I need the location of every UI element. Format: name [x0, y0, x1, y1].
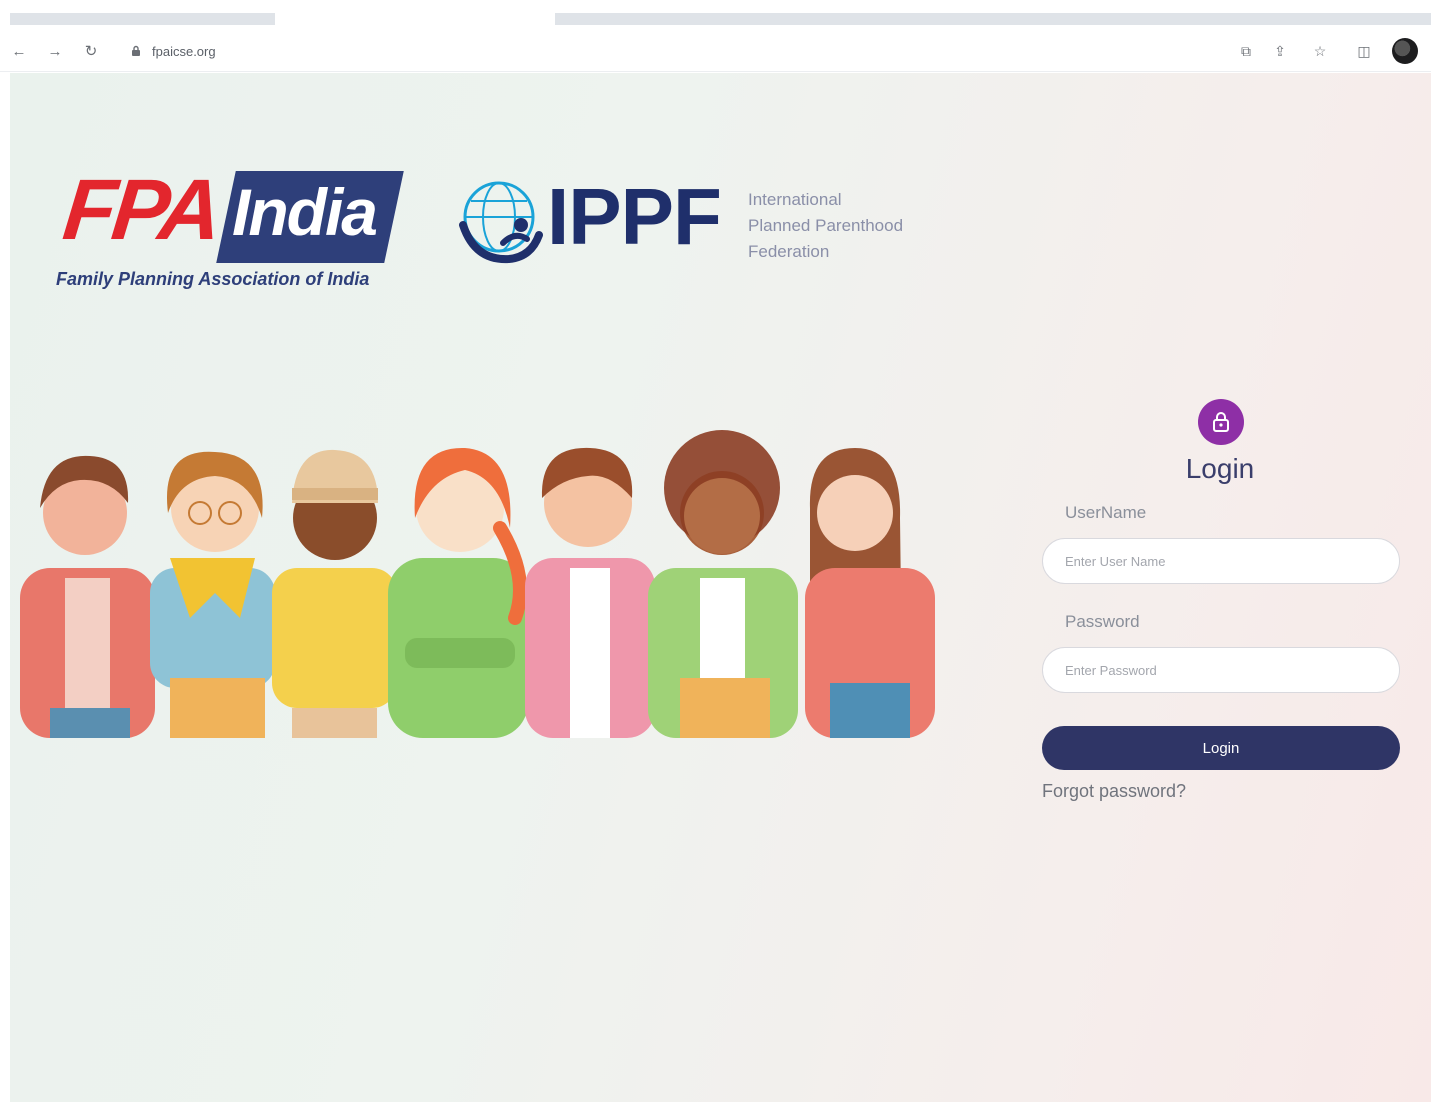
back-arrow-icon[interactable]: ←	[6, 38, 32, 64]
fpa-country: India	[232, 175, 378, 249]
browser-tabstrip	[0, 0, 1431, 30]
username-input[interactable]	[1042, 538, 1400, 584]
person-2	[150, 451, 275, 738]
person-1	[20, 455, 155, 738]
address-bar[interactable]: fpaicse.org	[118, 36, 1328, 66]
browser-toolbar: ← → ↻ fpaicse.org ⧉ ⇪ ☆ ◫	[0, 30, 1431, 72]
youth-group-illustration	[20, 430, 935, 738]
person-4	[388, 447, 528, 738]
person-5	[525, 447, 655, 738]
person-6	[648, 430, 798, 738]
star-icon[interactable]: ☆	[1308, 39, 1332, 63]
share-icon[interactable]: ⇪	[1268, 39, 1292, 63]
lock-icon	[132, 45, 140, 56]
reload-icon[interactable]: ↻	[78, 38, 104, 64]
ippf-line-3: Federation	[748, 242, 830, 261]
ippf-fullname: International Planned Parenthood Federat…	[748, 187, 903, 265]
person-3	[272, 449, 397, 738]
fpa-subtitle: Family Planning Association of India	[56, 269, 370, 289]
password-label: Password	[1065, 612, 1140, 631]
ippf-line-1: International	[748, 190, 842, 209]
ippf-mark: IPPF	[547, 172, 722, 261]
password-input[interactable]	[1042, 647, 1400, 693]
username-label: UserName	[1065, 503, 1147, 522]
inactive-tab[interactable]	[10, 13, 275, 25]
profile-avatar[interactable]	[1392, 38, 1418, 64]
screen-share-icon[interactable]: ⧉	[1234, 39, 1258, 63]
padlock-icon	[1213, 412, 1229, 432]
ippf-line-2: Planned Parenthood	[748, 216, 904, 235]
login-button[interactable]: Login	[1042, 726, 1400, 770]
url-text[interactable]: fpaicse.org	[152, 44, 216, 59]
login-title: Login	[1185, 453, 1255, 484]
fpa-mark: FPA	[58, 162, 223, 258]
ippf-globe-icon	[459, 181, 543, 264]
fpa-india-logo: FPA India Family Planning Association of…	[54, 162, 404, 295]
ippf-logo: IPPF International Planned Parenthood Fe…	[455, 173, 915, 273]
person-7	[805, 448, 935, 738]
forgot-password-link[interactable]: Forgot password?	[1042, 781, 1186, 802]
forward-arrow-icon[interactable]: →	[42, 38, 68, 64]
side-panel-icon[interactable]: ◫	[1352, 39, 1376, 63]
tabstrip-background	[555, 13, 1431, 25]
login-page: FPA India Family Planning Association of…	[10, 73, 1431, 1102]
lock-icon-badge	[1198, 399, 1244, 445]
active-tab[interactable]	[275, 8, 555, 30]
